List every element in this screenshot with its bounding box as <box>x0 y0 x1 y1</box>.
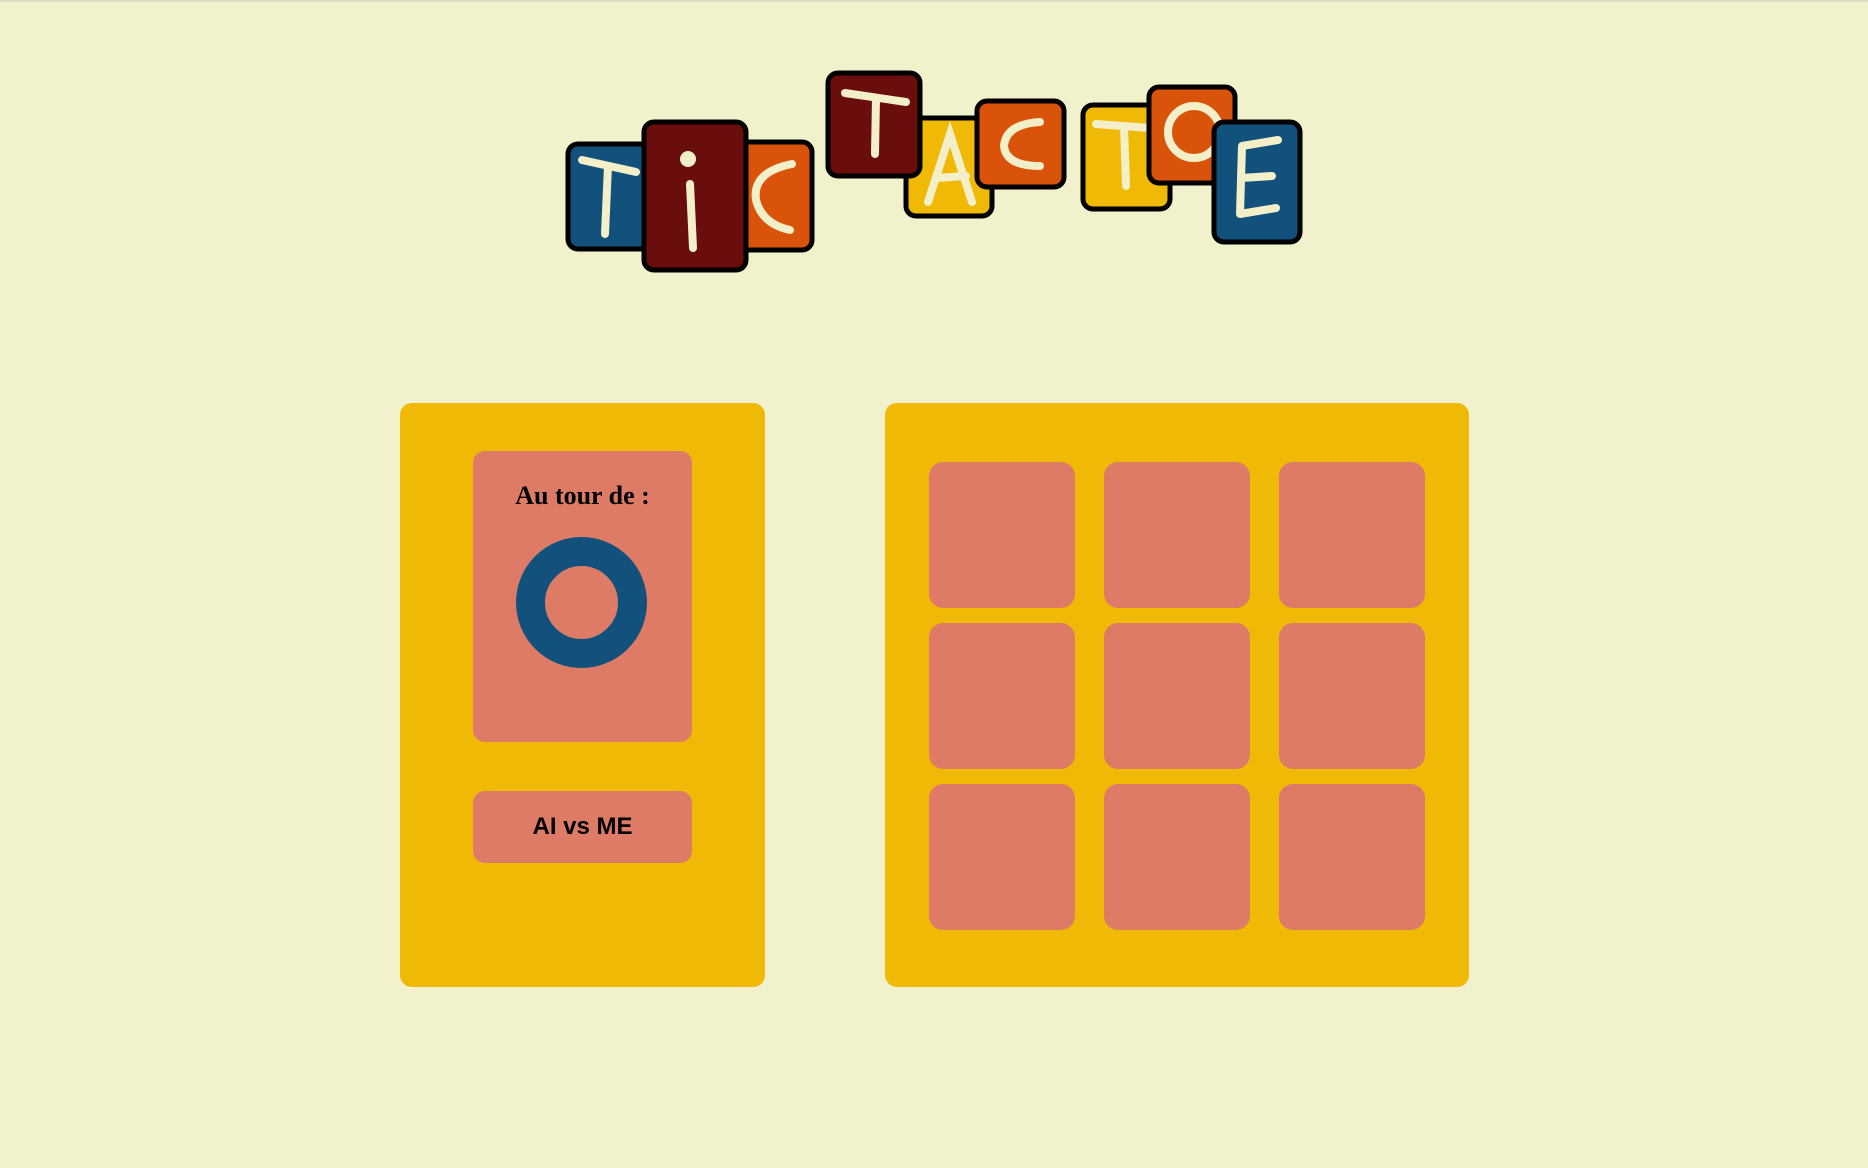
board-cell-9[interactable] <box>1279 784 1425 930</box>
board-cell-4[interactable] <box>929 623 1075 769</box>
board-cell-5[interactable] <box>1104 623 1250 769</box>
game-mode-button[interactable]: AI vs ME <box>473 791 692 863</box>
turn-indicator: Au tour de : <box>473 451 692 742</box>
logo-tile-6 <box>974 98 1067 190</box>
board-cell-8[interactable] <box>1104 784 1250 930</box>
logo-tiles <box>565 70 1303 273</box>
logo-tile-4 <box>825 70 923 179</box>
logo-tile-1 <box>565 141 653 252</box>
status-panel: Au tour de : AI vs ME <box>400 403 765 987</box>
logo-tile-9 <box>1211 119 1303 245</box>
turn-label: Au tour de : <box>515 481 650 510</box>
game-page: Au tour de : AI vs ME <box>0 0 1868 1168</box>
board-cell-3[interactable] <box>1279 462 1425 608</box>
board-cell-7[interactable] <box>929 784 1075 930</box>
game-logo <box>0 0 1868 290</box>
logo-tile-3 <box>735 139 815 253</box>
player-o-icon <box>516 537 647 668</box>
board-cell-2[interactable] <box>1104 462 1250 608</box>
board-cell-1[interactable] <box>929 462 1075 608</box>
logo-tile-2 <box>641 119 749 273</box>
board-cell-6[interactable] <box>1279 623 1425 769</box>
game-board <box>885 403 1469 987</box>
